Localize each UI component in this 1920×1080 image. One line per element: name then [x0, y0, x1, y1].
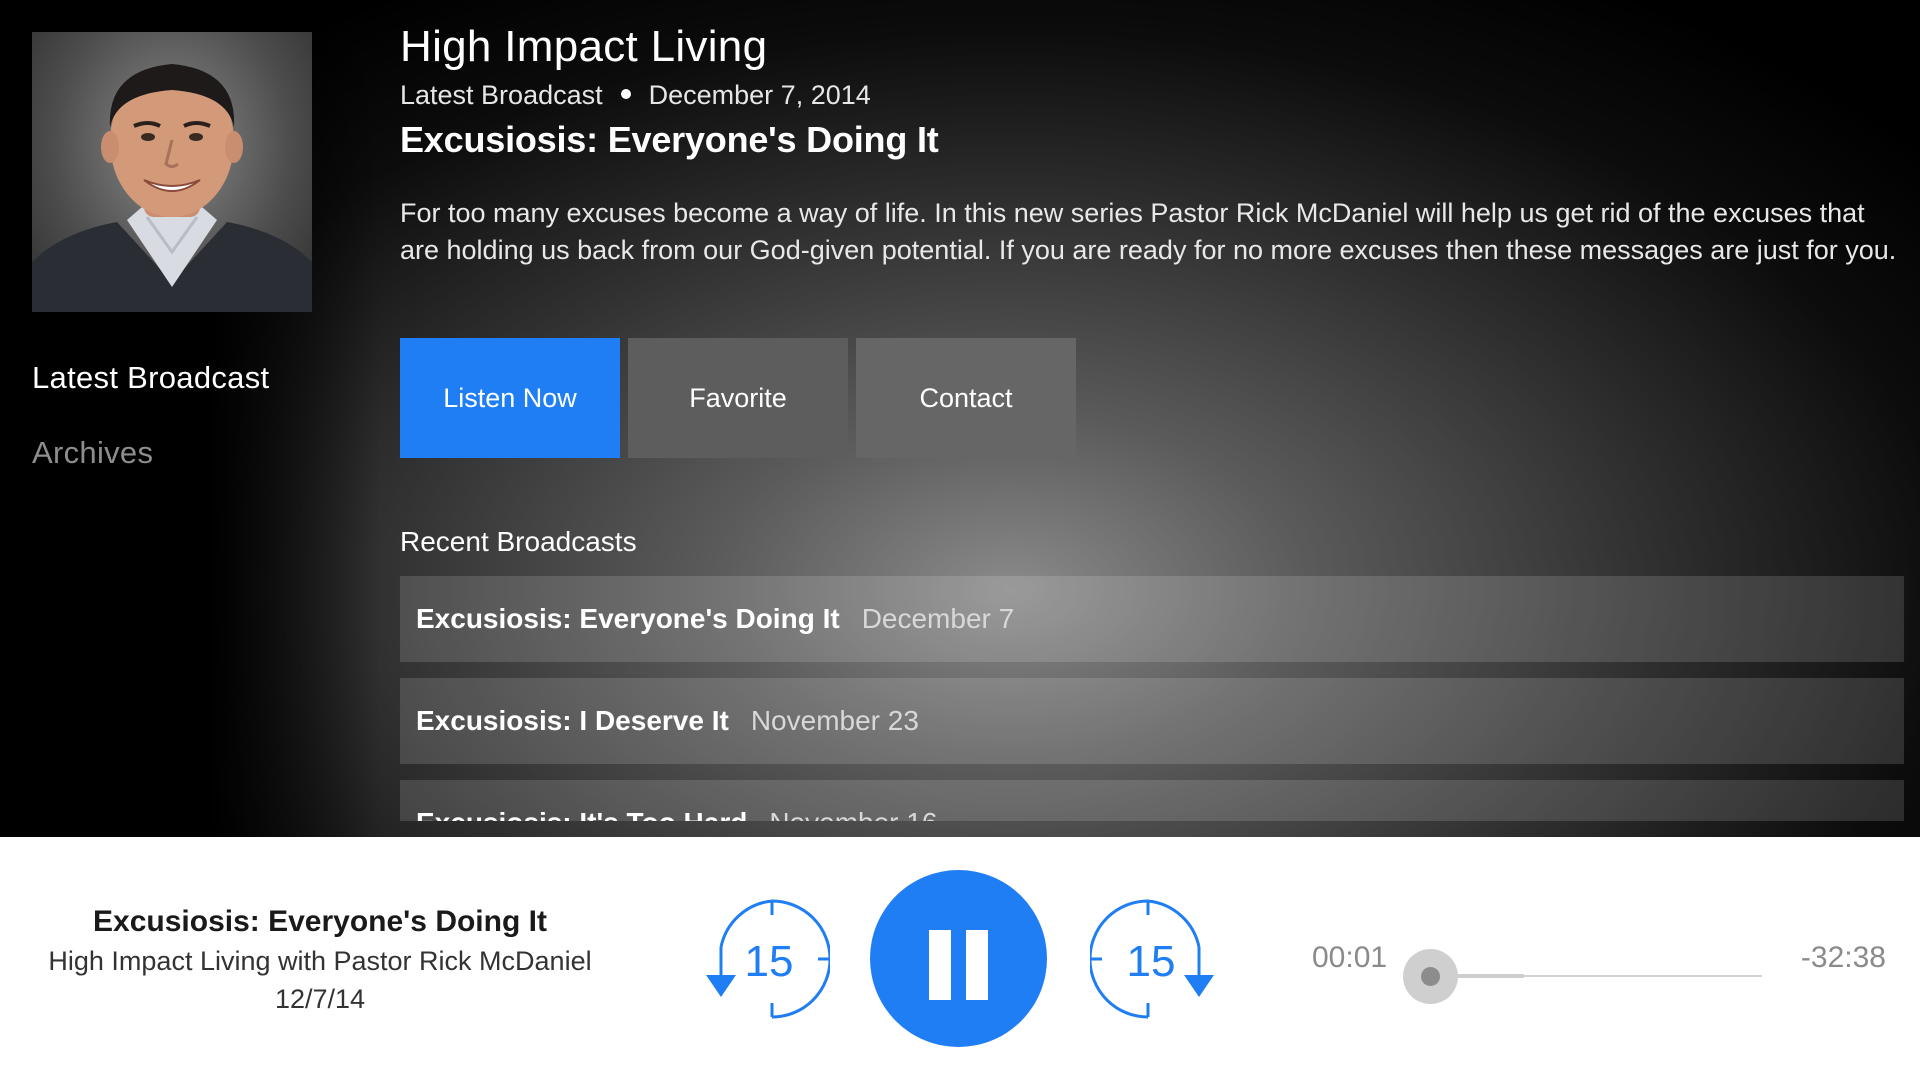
recent-broadcasts-list: Excusiosis: Everyone's Doing It December…	[400, 576, 1904, 821]
skip-back-seconds: 15	[744, 937, 794, 986]
row-date: November 16	[769, 807, 937, 821]
episode-description: For too many excuses become a way of lif…	[400, 198, 1897, 265]
show-title: High Impact Living	[400, 22, 768, 71]
skip-forward-button[interactable]: 15	[1090, 897, 1230, 1027]
skip-back-button[interactable]: 15	[690, 897, 830, 1027]
meta-label: Latest Broadcast	[400, 80, 603, 110]
seek-bar[interactable]	[1402, 949, 1762, 1004]
episode-title: Excusiosis: Everyone's Doing It	[400, 119, 939, 160]
row-date: November 23	[750, 705, 919, 736]
sidebar-item-latest-broadcast[interactable]: Latest Broadcast	[32, 360, 269, 396]
row-title: Excusiosis: It's Too Hard	[416, 807, 747, 821]
sidebar-item-archives[interactable]: Archives	[32, 435, 153, 471]
now-playing-subtitle: High Impact Living with Pastor Rick McDa…	[48, 946, 592, 976]
favorite-button[interactable]: Favorite	[628, 338, 848, 458]
now-playing-date: 12/7/14	[274, 984, 366, 1014]
remaining-time: -32:38	[1800, 941, 1886, 974]
now-playing-info: Excusiosis: Everyone's Doing It High Imp…	[0, 902, 640, 1018]
recent-broadcast-row[interactable]: Excusiosis: It's Too Hard November 16	[400, 780, 1904, 821]
meta-date: December 7, 2014	[648, 80, 871, 110]
app-root: Latest Broadcast Archives High Impact Li…	[0, 0, 1920, 1080]
row-title: Excusiosis: I Deserve It	[416, 705, 729, 736]
now-playing-title: Excusiosis: Everyone's Doing It	[93, 905, 547, 938]
listen-now-button[interactable]: Listen Now	[400, 338, 620, 458]
bullet-dot	[620, 89, 631, 100]
row-date: December 7	[861, 603, 1015, 634]
recent-broadcast-row[interactable]: Excusiosis: I Deserve It November 23	[400, 678, 1904, 764]
recent-broadcasts-heading: Recent Broadcasts	[400, 526, 637, 557]
skip-forward-seconds: 15	[1126, 937, 1176, 986]
row-title: Excusiosis: Everyone's Doing It	[416, 603, 840, 634]
recent-broadcast-row[interactable]: Excusiosis: Everyone's Doing It December…	[400, 576, 1904, 662]
contact-button[interactable]: Contact	[856, 338, 1076, 458]
sidebar: Latest Broadcast Archives	[0, 0, 380, 837]
elapsed-time: 00:01	[1312, 941, 1388, 974]
broadcast-meta: Latest Broadcast December 7, 2014	[400, 80, 871, 111]
pause-icon	[929, 930, 951, 1000]
pause-button[interactable]	[870, 870, 1047, 1047]
seek-thumb[interactable]	[1402, 949, 1458, 1004]
top-content-area: Latest Broadcast Archives High Impact Li…	[0, 0, 1920, 837]
pause-icon	[966, 930, 988, 1000]
host-portrait-icon	[32, 64, 312, 312]
host-avatar	[32, 32, 312, 312]
player-bar: Excusiosis: Everyone's Doing It High Imp…	[0, 837, 1920, 1080]
